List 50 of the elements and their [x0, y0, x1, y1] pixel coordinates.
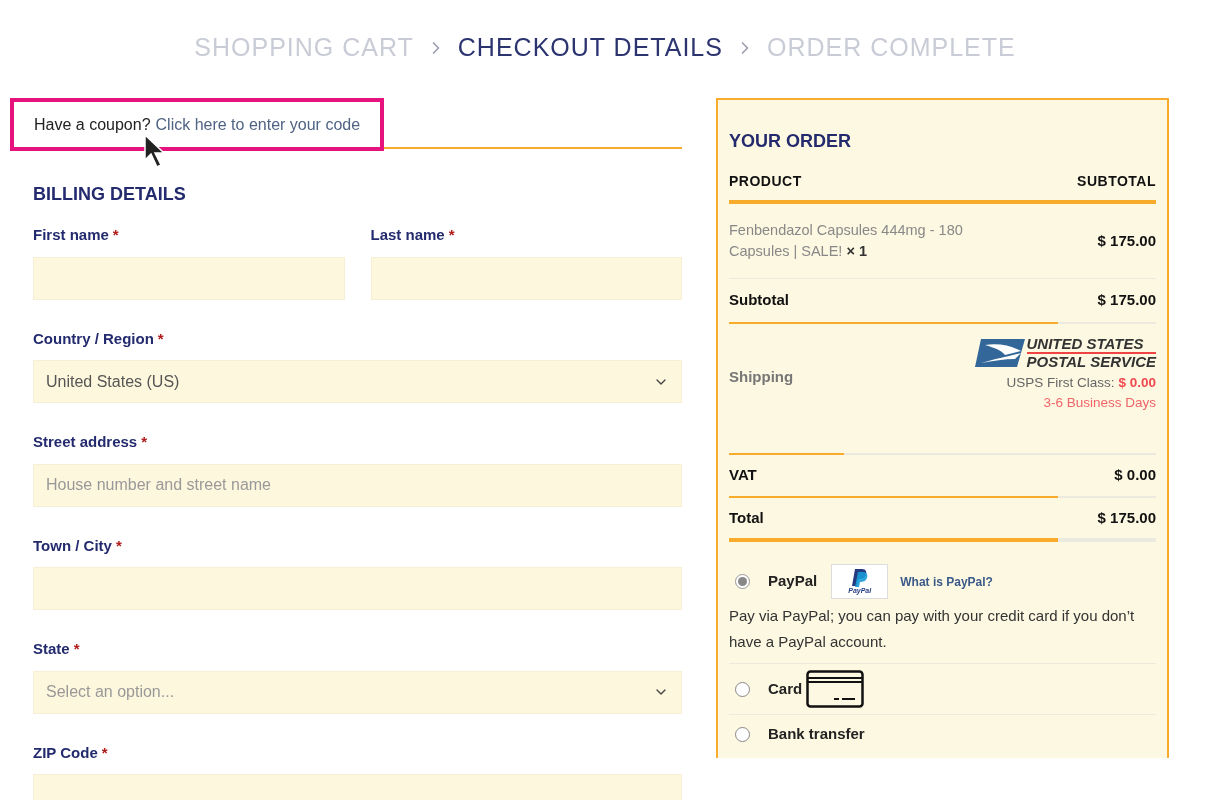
- postal-logo: UNITED STATES POSTAL SERVICE: [974, 335, 1156, 370]
- eagle-icon: [974, 336, 1025, 369]
- field-label: Last name: [370, 225, 445, 245]
- section-title: YOUR ORDER: [729, 130, 852, 153]
- payment-option-label[interactable]: Card: [768, 677, 803, 701]
- breadcrumb-step[interactable]: CHECKOUT DETAILS: [457, 29, 723, 67]
- summary-value: $ 175.00: [1097, 290, 1156, 310]
- radio-button[interactable]: [735, 726, 750, 742]
- shipping-eta: 3-6 Business Days: [1043, 393, 1156, 412]
- paypal-mark-icon: [851, 568, 868, 587]
- summary-label: Total: [729, 507, 764, 528]
- summary-value: $ 175.00: [1097, 507, 1156, 528]
- coupon-link[interactable]: Click here to enter your code: [155, 112, 361, 137]
- input-field[interactable]: [370, 256, 682, 300]
- input-field[interactable]: [33, 567, 682, 610]
- required-mark: *: [101, 742, 108, 763]
- required-mark: *: [448, 225, 455, 245]
- shipping-price: $ 0.00: [1118, 373, 1156, 392]
- required-mark: *: [112, 225, 119, 245]
- required-mark: *: [141, 432, 148, 452]
- field-label: First name: [33, 225, 109, 245]
- payment-description: Pay via PayPal; you can pay with your credit card if you don’t have a PayPal account.: [729, 606, 1136, 652]
- section-title: BILLING DETAILS: [33, 183, 187, 206]
- column-header: SUBTOTAL: [1077, 172, 1156, 191]
- summary-label: Subtotal: [729, 290, 789, 310]
- summary-value: $ 0.00: [1114, 465, 1156, 485]
- field-label: Town / City: [33, 535, 112, 556]
- required-mark: *: [115, 535, 122, 556]
- payment-option-label[interactable]: PayPal: [768, 570, 818, 593]
- required-mark: *: [157, 328, 164, 349]
- required-mark: *: [73, 639, 80, 659]
- summary-label: VAT: [729, 465, 757, 485]
- radio-button[interactable]: [735, 574, 750, 589]
- payment-option-label[interactable]: Bank transfer: [768, 723, 865, 746]
- field-label: Street address: [33, 432, 138, 452]
- coupon-prompt: Have a coupon?: [34, 114, 151, 135]
- field-label: Country / Region: [33, 328, 154, 349]
- paypal-info-link[interactable]: What is PayPal?: [900, 572, 993, 591]
- field-label: ZIP Code: [33, 742, 98, 763]
- input-field[interactable]: House number and street name: [33, 463, 682, 507]
- radio-button[interactable]: [735, 681, 750, 697]
- select-field[interactable]: United States (US): [33, 360, 682, 403]
- credit-card-icon: [806, 670, 865, 708]
- summary-label: Shipping: [729, 367, 794, 387]
- shipping-method: USPS First Class:: [1006, 373, 1115, 392]
- line-price: $ 175.00: [1097, 230, 1156, 251]
- column-header: PRODUCT: [729, 172, 802, 191]
- input-field[interactable]: [33, 256, 345, 300]
- product-name: Fenbendazol Capsules 444mg - 180 Capsules | SALE! × 1: [729, 221, 964, 261]
- field-label: State: [33, 639, 70, 659]
